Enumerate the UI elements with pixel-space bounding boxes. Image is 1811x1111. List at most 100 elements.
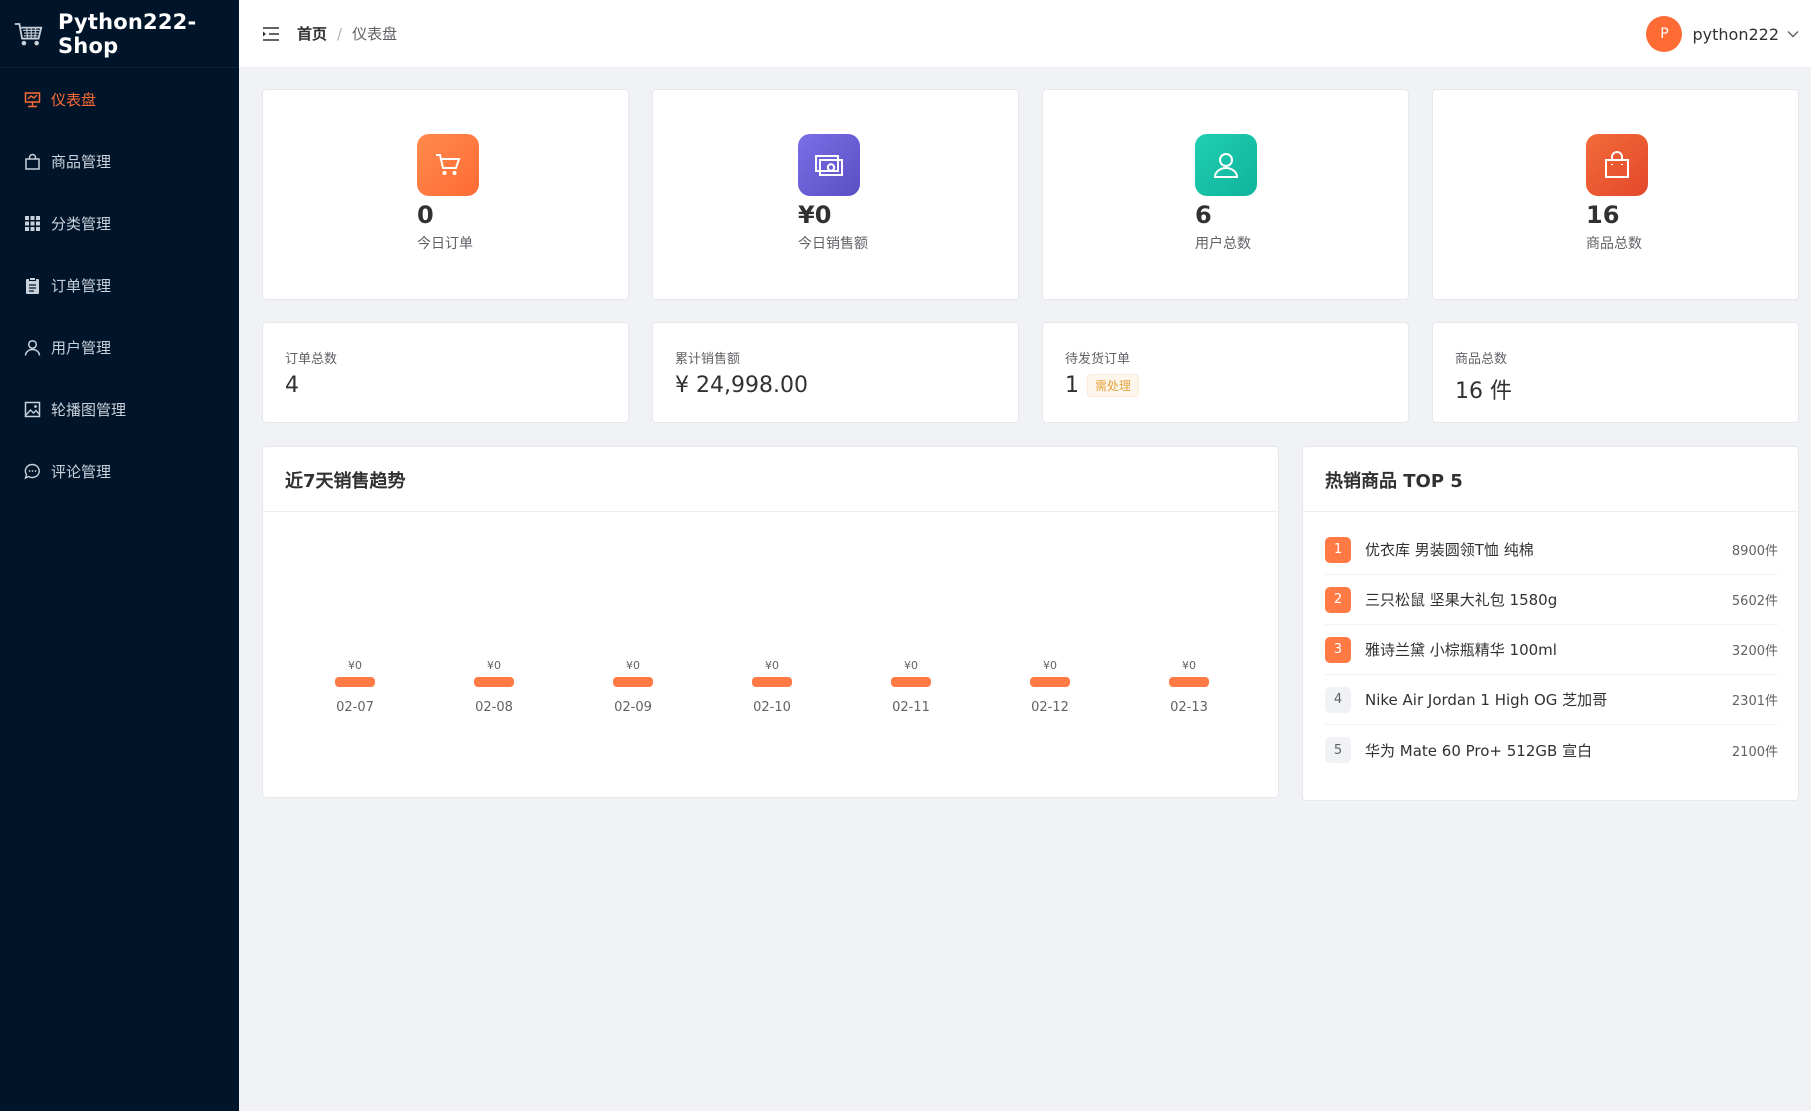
sales-count: 8900件	[1731, 544, 1778, 559]
chevron-down-icon[interactable]	[1787, 30, 1799, 38]
bar-value-label: ¥0	[626, 659, 640, 672]
sidebar-item-orders[interactable]: 订单管理	[0, 254, 239, 316]
sidebar-item-label: 用户管理	[51, 338, 112, 357]
x-tick-label: 02-07	[336, 700, 374, 715]
avatar[interactable]: P	[1646, 16, 1683, 52]
rank-badge: 1	[1325, 536, 1351, 563]
chat-icon	[23, 462, 41, 480]
x-tick-label: 02-09	[614, 700, 652, 715]
summary-label: 商品总数	[1455, 352, 1508, 367]
bar-value-label: ¥0	[765, 659, 779, 672]
sidebar-item-comments[interactable]: 评论管理	[0, 440, 239, 502]
chart-bar[interactable]	[1030, 677, 1070, 687]
summary-card-total-orders: 订单总数 4	[262, 322, 629, 423]
product-name: 雅诗兰黛 小棕瓶精华 100ml	[1365, 641, 1557, 659]
sales-count: 2301件	[1731, 694, 1778, 709]
summary-value: 16 件	[1455, 373, 1512, 405]
sidebar-item-label: 轮播图管理	[51, 400, 127, 419]
user-dropdown[interactable]: P python222	[1646, 16, 1799, 52]
stat-value: 16	[1586, 201, 1620, 229]
list-item[interactable]: 1 优衣库 男装圆领T恤 纯棉 8900件	[1325, 525, 1778, 575]
x-tick-label: 02-11	[892, 700, 930, 715]
chart-bar[interactable]	[891, 677, 931, 687]
sidebar-item-dashboard[interactable]: 仪表盘	[0, 68, 239, 130]
logo[interactable]: Python222-Shop	[0, 0, 239, 68]
breadcrumb: 首页 / 仪表盘	[297, 23, 397, 44]
user-icon	[23, 338, 41, 356]
sidebar-item-label: 订单管理	[51, 276, 112, 295]
stat-card-today-orders: 0 今日订单	[262, 89, 629, 300]
rank-badge: 4	[1325, 686, 1351, 713]
top-products-list: 1 优衣库 男装圆领T恤 纯棉 8900件 2 三只松鼠 坚果大礼包 1580g…	[1325, 525, 1778, 775]
sales-trend-chart: ¥0 02-07 ¥0 02-08 ¥0 02-09 ¥0 02-10 ¥0 02-11 ¥0 02-…	[335, 659, 1209, 715]
summary-label: 累计销售额	[675, 352, 741, 367]
cart-icon	[417, 134, 479, 196]
list-item[interactable]: 4 Nike Air Jordan 1 High OG 芝加哥 2301件	[1325, 675, 1778, 725]
stat-label: 商品总数	[1586, 236, 1642, 252]
divider	[1303, 511, 1798, 512]
sidebar-item-banners[interactable]: 轮播图管理	[0, 378, 239, 440]
sales-count: 2100件	[1731, 744, 1778, 760]
sales-count: 5602件	[1731, 594, 1778, 609]
stat-card-total-users: 6 用户总数	[1042, 89, 1409, 300]
x-tick-label: 02-08	[475, 700, 513, 715]
sidebar-menu: 仪表盘 商品管理 分类管理 订单管理 用户管理 轮播图管理 评论管理	[0, 68, 239, 502]
list-item[interactable]: 3 雅诗兰黛 小棕瓶精华 100ml 3200件	[1325, 625, 1778, 675]
stat-label: 今日订单	[417, 236, 473, 252]
shopping-bag-icon	[1586, 134, 1648, 196]
sidebar: Python222-Shop 仪表盘 商品管理 分类管理 订单管理 用户管理 轮…	[0, 0, 239, 1111]
sidebar-item-label: 商品管理	[51, 152, 112, 171]
summary-value-text: 1	[1065, 373, 1079, 398]
cart-logo-icon	[14, 22, 43, 45]
summary-value-text: 16 件	[1455, 379, 1512, 404]
rank-badge: 3	[1325, 636, 1351, 663]
rank-badge: 5	[1325, 737, 1351, 763]
stat-card-today-sales: ¥0 今日销售额	[652, 89, 1019, 300]
sidebar-item-users[interactable]: 用户管理	[0, 316, 239, 378]
product-name: Nike Air Jordan 1 High OG 芝加哥	[1365, 691, 1608, 709]
chart-bar[interactable]	[335, 677, 375, 687]
sidebar-item-label: 分类管理	[51, 214, 112, 233]
breadcrumb-current: 仪表盘	[352, 25, 398, 43]
list-item[interactable]: 5 华为 Mate 60 Pro+ 512GB 宣白 2100件	[1325, 725, 1778, 775]
sidebar-item-label: 评论管理	[51, 462, 112, 481]
status-badge: 需处理	[1087, 374, 1140, 397]
product-name: 优衣库 男装圆领T恤 纯棉	[1365, 541, 1534, 559]
x-tick-label: 02-10	[753, 700, 791, 715]
summary-value: 4	[285, 373, 299, 398]
product-name: 三只松鼠 坚果大礼包 1580g	[1365, 591, 1558, 609]
list-item[interactable]: 2 三只松鼠 坚果大礼包 1580g 5602件	[1325, 575, 1778, 625]
panel-title: 近7天销售趋势	[285, 471, 406, 492]
summary-value: ¥ 24,998.00	[675, 373, 808, 398]
bar-value-label: ¥0	[904, 659, 918, 672]
menu-fold-icon[interactable]	[261, 24, 281, 44]
bar-value-label: ¥0	[1182, 659, 1196, 672]
chart-bar[interactable]	[1169, 677, 1209, 687]
stat-value: 6	[1195, 201, 1212, 229]
app-title: Python222-Shop	[57, 9, 197, 58]
chart-bar[interactable]	[474, 677, 514, 687]
sales-count: 3200件	[1731, 644, 1778, 659]
summary-card-pending-shipment: 待发货订单 1 需处理	[1042, 322, 1409, 423]
breadcrumb-home[interactable]: 首页	[297, 23, 327, 44]
stat-value: 0	[417, 201, 434, 229]
grid-icon	[23, 214, 41, 232]
stat-value: ¥0	[798, 201, 832, 229]
sales-trend-panel: 近7天销售趋势 ¥0 02-07 ¥0 02-08 ¥0 02-09 ¥0 02-10 ¥0 02…	[262, 446, 1279, 798]
summary-label: 待发货订单	[1065, 352, 1131, 367]
top-header: 首页 / 仪表盘 P python222	[239, 0, 1811, 68]
chart-bar[interactable]	[613, 677, 653, 687]
rank-badge: 2	[1325, 586, 1351, 613]
stat-label: 今日销售额	[798, 236, 868, 252]
summary-value: 1 需处理	[1065, 373, 1140, 398]
sidebar-item-products[interactable]: 商品管理	[0, 130, 239, 192]
chart-bar[interactable]	[752, 677, 792, 687]
summary-card-product-count: 商品总数 16 件	[1432, 322, 1799, 423]
sidebar-item-label: 仪表盘	[51, 90, 97, 109]
username[interactable]: python222	[1692, 25, 1779, 44]
sidebar-item-categories[interactable]: 分类管理	[0, 192, 239, 254]
x-tick-label: 02-12	[1031, 700, 1069, 715]
summary-value-text: 4	[285, 373, 299, 398]
panel-title: 热销商品 TOP 5	[1325, 471, 1463, 492]
user-icon	[1195, 134, 1257, 196]
